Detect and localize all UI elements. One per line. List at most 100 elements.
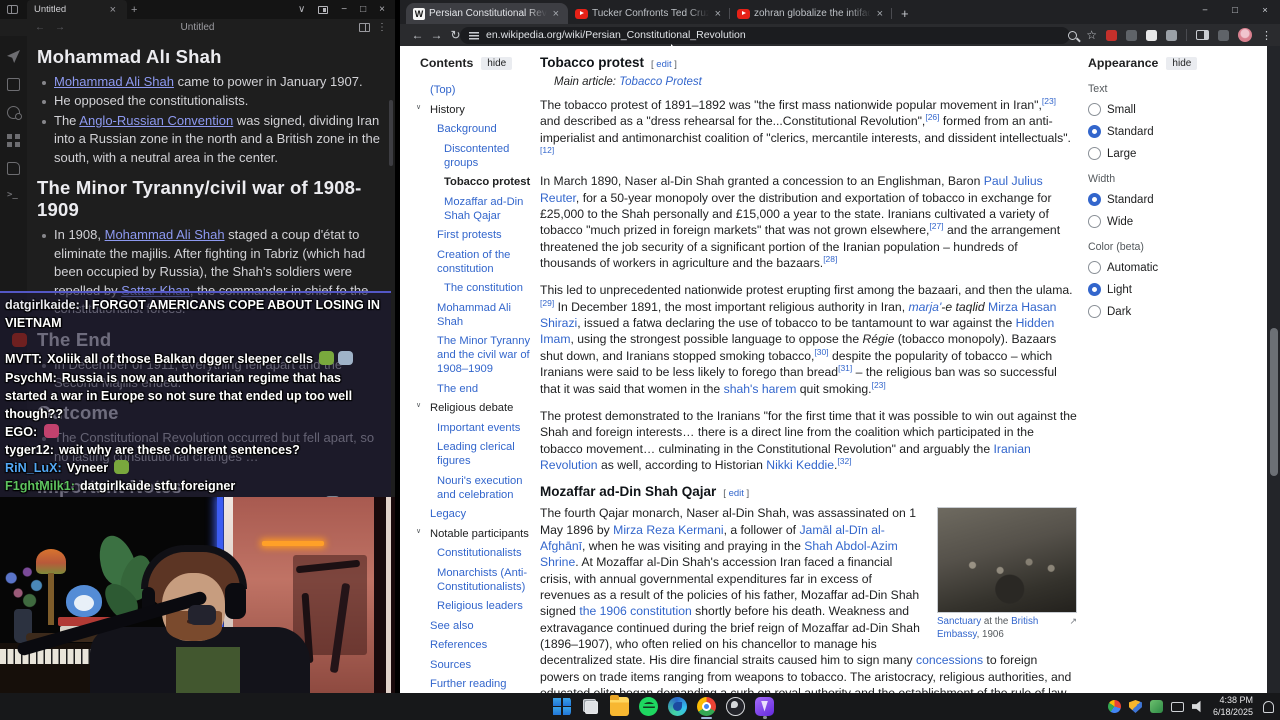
- toc-item[interactable]: ∨References: [420, 638, 538, 652]
- sidebar-toggle-icon[interactable]: [7, 5, 18, 14]
- radio-icon[interactable]: [1088, 103, 1101, 116]
- site-settings-icon[interactable]: [469, 30, 479, 40]
- terminal-icon[interactable]: >_: [7, 190, 20, 203]
- appearance-hide-button[interactable]: hide: [1166, 56, 1198, 70]
- tray-app-icon[interactable]: [1149, 700, 1163, 713]
- taskbar-app-icon[interactable]: [726, 696, 745, 716]
- daily-note-icon[interactable]: [7, 162, 20, 175]
- close-button[interactable]: ×: [379, 4, 385, 15]
- toc-hide-button[interactable]: hide: [481, 56, 513, 70]
- graph-view-icon[interactable]: [7, 106, 22, 120]
- taskbar-app-icon[interactable]: [610, 694, 629, 716]
- toc-item[interactable]: ∨Mohammad Ali Shah: [420, 301, 538, 329]
- toc-item[interactable]: ∨Nouri's execution and celebration: [420, 474, 538, 502]
- toc-item[interactable]: ∨See also: [420, 619, 538, 633]
- chevron-down-icon[interactable]: ∨: [416, 402, 421, 411]
- close-tab-icon[interactable]: ×: [875, 8, 885, 20]
- radio-icon[interactable]: [1088, 261, 1101, 274]
- toc-item[interactable]: ∨ History: [416, 103, 538, 117]
- toc-item[interactable]: ∨Tobacco protest: [420, 175, 538, 189]
- radio-icon[interactable]: [1088, 125, 1101, 138]
- toc-item[interactable]: ∨Constitutionalists: [420, 546, 538, 560]
- toc-item[interactable]: ∨Creation of the constitution: [420, 248, 538, 276]
- toc-item[interactable]: ∨ Religious debate: [416, 401, 538, 415]
- new-note-icon[interactable]: [7, 78, 20, 91]
- toc-item[interactable]: ∨Sources: [420, 658, 538, 672]
- toc-item[interactable]: ∨Discontented groups: [420, 142, 538, 170]
- radio-option[interactable]: Dark: [1088, 305, 1180, 318]
- toc-item[interactable]: ∨(Top): [420, 83, 538, 97]
- radio-option[interactable]: Standard: [1088, 125, 1180, 138]
- radio-option[interactable]: Automatic: [1088, 261, 1180, 274]
- chevron-down-icon[interactable]: ∨: [416, 104, 421, 113]
- toc-item[interactable]: ∨Legacy: [420, 507, 538, 521]
- new-tab-button[interactable]: +: [892, 3, 918, 24]
- taskbar-app-icon[interactable]: [639, 696, 658, 716]
- back-button[interactable]: ←: [408, 28, 427, 42]
- extension-icon[interactable]: [1106, 29, 1117, 41]
- expand-icon[interactable]: ↗: [1069, 616, 1077, 628]
- layout-icon[interactable]: [318, 5, 329, 14]
- browser-menu-icon[interactable]: ⋮: [1261, 29, 1272, 42]
- extension-icon[interactable]: [1146, 29, 1157, 41]
- canvas-icon[interactable]: [7, 134, 20, 147]
- radio-option[interactable]: Large: [1088, 147, 1180, 160]
- note-tab[interactable]: Untitled ×: [27, 0, 127, 19]
- notes-scrollbar[interactable]: [389, 100, 393, 166]
- chevron-down-icon[interactable]: ∨: [298, 4, 305, 15]
- toc-item[interactable]: ∨Background: [420, 122, 538, 136]
- embassy-photo[interactable]: [937, 507, 1077, 614]
- taskbar-app-icon[interactable]: [552, 696, 571, 716]
- minimize-button[interactable]: −: [341, 4, 347, 15]
- toc-item[interactable]: ∨Further reading: [420, 677, 538, 691]
- address-bar[interactable]: en.wikipedia.org/wiki/Persian_Constituti…: [460, 26, 1070, 44]
- radio-icon[interactable]: [1088, 215, 1101, 228]
- minimize-button[interactable]: −: [1190, 5, 1220, 16]
- extension-icon[interactable]: [1166, 29, 1177, 41]
- extension-icon[interactable]: [1218, 29, 1229, 41]
- radio-option[interactable]: Wide: [1088, 215, 1180, 228]
- browser-tab[interactable]: zohran globalize the intifada ×: [730, 3, 892, 24]
- side-panel-icon[interactable]: [1196, 30, 1209, 40]
- quick-switcher-icon[interactable]: [7, 50, 20, 63]
- clock[interactable]: 4:38 PM 6/18/2025: [1213, 695, 1253, 718]
- radio-icon[interactable]: [1088, 305, 1101, 318]
- volume-icon[interactable]: [1191, 700, 1201, 713]
- close-button[interactable]: ×: [1250, 5, 1280, 16]
- toc-item[interactable]: ∨The constitution: [420, 281, 538, 295]
- edit-link[interactable]: edit: [729, 488, 744, 499]
- profile-avatar[interactable]: [1238, 28, 1252, 42]
- security-shield-icon[interactable]: [1128, 700, 1142, 713]
- radio-icon[interactable]: [1088, 193, 1101, 206]
- notifications-icon[interactable]: [1263, 700, 1274, 713]
- toc-item[interactable]: ∨Religious leaders: [420, 599, 538, 613]
- bookmark-icon[interactable]: ☆: [1086, 29, 1097, 41]
- toc-item[interactable]: ∨Monarchists (Anti-Constitutionalists): [420, 566, 538, 594]
- toc-item[interactable]: ∨Important events: [420, 421, 538, 435]
- browser-tab[interactable]: W Persian Constitutional Revolu ×: [406, 3, 568, 24]
- new-tab-icon[interactable]: +: [127, 4, 141, 16]
- radio-icon[interactable]: [1088, 283, 1101, 296]
- taskbar-app-icon[interactable]: [668, 696, 687, 716]
- toc-item[interactable]: ∨Leading clerical figures: [420, 440, 538, 468]
- radio-option[interactable]: Light: [1088, 283, 1180, 296]
- toc-item[interactable]: ∨The end: [420, 382, 538, 396]
- toc-item[interactable]: ∨Mozaffar ad-Din Shah Qajar: [420, 195, 538, 223]
- chevron-down-icon[interactable]: ∨: [416, 528, 421, 537]
- close-tab-icon[interactable]: ×: [551, 8, 561, 20]
- maximize-button[interactable]: □: [360, 4, 366, 15]
- radio-icon[interactable]: [1088, 147, 1101, 160]
- scrollbar-track[interactable]: [1267, 46, 1280, 693]
- toc-item[interactable]: ∨The Minor Tyranny and the civil war of …: [420, 334, 538, 376]
- toc-item[interactable]: ∨ Notable participants: [416, 527, 538, 541]
- radio-option[interactable]: Small: [1088, 103, 1180, 116]
- taskbar-app-icon[interactable]: [755, 696, 774, 719]
- display-icon[interactable]: [1170, 702, 1184, 712]
- toc-item[interactable]: ∨First protests: [420, 228, 538, 242]
- close-tab-icon[interactable]: ×: [106, 4, 120, 16]
- tray-browser-icon[interactable]: [1107, 700, 1121, 713]
- browser-tab[interactable]: Tucker Confronts Ted Cruz on I ×: [568, 3, 730, 24]
- forward-button[interactable]: →: [427, 28, 446, 42]
- extension-icon[interactable]: [1126, 29, 1137, 41]
- taskbar-app-icon[interactable]: [581, 697, 600, 716]
